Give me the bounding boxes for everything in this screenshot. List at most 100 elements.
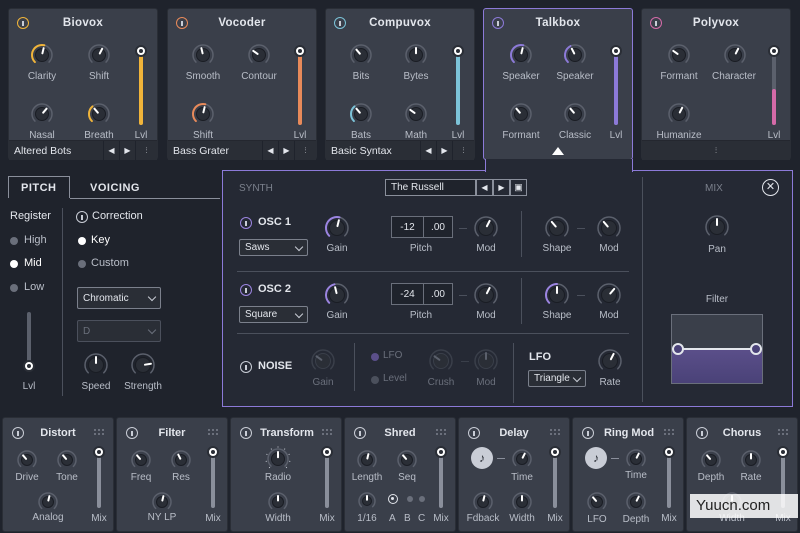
- noise-mod-knob[interactable]: [472, 347, 500, 375]
- osc1-power-icon[interactable]: [240, 217, 252, 229]
- next-arrow-icon[interactable]: ▶: [436, 140, 452, 161]
- pan-knob[interactable]: [703, 213, 731, 241]
- length-knob[interactable]: [355, 448, 379, 472]
- mix-slider[interactable]: [93, 446, 105, 508]
- close-icon[interactable]: ✕: [762, 179, 779, 196]
- osc2-mod-knob[interactable]: [472, 281, 500, 309]
- sliders-icon[interactable]: ⫶: [294, 140, 316, 161]
- breath-knob[interactable]: [86, 101, 112, 127]
- filter-handle-left[interactable]: [672, 343, 684, 355]
- level-slider[interactable]: [135, 45, 147, 125]
- humanize-knob[interactable]: [666, 101, 692, 127]
- note-sync-icon[interactable]: ♪: [471, 447, 493, 469]
- mix-slider[interactable]: [207, 446, 219, 508]
- power-icon[interactable]: [12, 427, 24, 439]
- prev-arrow-icon[interactable]: ◀: [262, 140, 278, 161]
- pitch-level-slider[interactable]: [23, 312, 35, 372]
- speaker-knob-2[interactable]: [562, 42, 588, 68]
- osc2-semitone-box[interactable]: -24: [391, 283, 424, 305]
- shift-knob[interactable]: [190, 101, 216, 127]
- level-slider[interactable]: [768, 45, 780, 125]
- classic-knob[interactable]: [562, 101, 588, 127]
- osc2-wave-dropdown[interactable]: Square: [239, 306, 308, 323]
- drag-handle-icon[interactable]: [321, 428, 333, 436]
- strength-knob[interactable]: [129, 351, 157, 379]
- sliders-icon[interactable]: ⫶: [135, 140, 157, 161]
- level-slider[interactable]: [452, 45, 464, 125]
- osc2-cents-box[interactable]: .00: [423, 283, 453, 305]
- drag-handle-icon[interactable]: [435, 428, 447, 436]
- osc2-shape-knob[interactable]: [543, 281, 571, 309]
- lfo-rate-knob[interactable]: [596, 347, 624, 375]
- osc1-mod2-knob[interactable]: [595, 214, 623, 242]
- next-arrow-icon[interactable]: ▶: [493, 179, 510, 196]
- radio-knob[interactable]: [265, 446, 291, 472]
- seq-knob[interactable]: [395, 448, 419, 472]
- analog-knob[interactable]: [36, 490, 60, 514]
- osc2-gain-knob[interactable]: [323, 281, 351, 309]
- drag-handle-icon[interactable]: [777, 428, 789, 436]
- filter-graph[interactable]: [671, 314, 763, 384]
- mix-slider[interactable]: [321, 446, 333, 508]
- nasal-knob[interactable]: [29, 101, 55, 127]
- power-icon[interactable]: [468, 427, 480, 439]
- contour-knob[interactable]: [246, 42, 272, 68]
- math-knob[interactable]: [403, 101, 429, 127]
- osc2-mod2-knob[interactable]: [595, 281, 623, 309]
- power-icon[interactable]: [126, 427, 138, 439]
- width-knob[interactable]: [510, 490, 534, 514]
- radio-level[interactable]: [371, 376, 379, 384]
- drag-handle-icon[interactable]: [549, 428, 561, 436]
- drive-knob[interactable]: [15, 448, 39, 472]
- seq-c-button[interactable]: [419, 496, 425, 502]
- seq-a-button[interactable]: [388, 494, 398, 504]
- next-arrow-icon[interactable]: ▶: [278, 140, 294, 161]
- depth-knob[interactable]: [699, 448, 723, 472]
- osc1-shape-knob[interactable]: [543, 214, 571, 242]
- res-knob[interactable]: [169, 448, 193, 472]
- synth-preset-box[interactable]: The Russell: [385, 179, 476, 196]
- formant-knob[interactable]: [666, 42, 692, 68]
- rate-knob[interactable]: [356, 490, 378, 512]
- tone-knob[interactable]: [55, 448, 79, 472]
- note-sync-icon[interactable]: ♪: [585, 447, 607, 469]
- power-icon[interactable]: [240, 427, 252, 439]
- osc1-cents-box[interactable]: .00: [423, 216, 453, 238]
- preset-name[interactable]: Basic Syntax: [326, 145, 420, 157]
- preset-name[interactable]: Altered Bots: [9, 145, 103, 157]
- expand-arrow-icon[interactable]: [552, 147, 564, 155]
- osc1-semitone-box[interactable]: -12: [391, 216, 424, 238]
- scale-dropdown[interactable]: Chromatic: [77, 287, 161, 309]
- prev-arrow-icon[interactable]: ◀: [420, 140, 436, 161]
- radio-mid[interactable]: [10, 260, 18, 268]
- prev-arrow-icon[interactable]: ◀: [103, 140, 119, 161]
- drag-handle-icon[interactable]: [207, 428, 219, 436]
- seq-b-button[interactable]: [407, 496, 413, 502]
- tab-voicing[interactable]: VOICING: [90, 182, 140, 194]
- shift-knob[interactable]: [86, 42, 112, 68]
- power-icon[interactable]: [696, 427, 708, 439]
- mix-slider[interactable]: [663, 446, 675, 508]
- power-icon[interactable]: [582, 427, 594, 439]
- time-knob[interactable]: [510, 447, 534, 471]
- lfo-knob[interactable]: [585, 490, 609, 514]
- level-slider[interactable]: [294, 45, 306, 125]
- radio-high[interactable]: [10, 237, 18, 245]
- speaker-knob[interactable]: [508, 42, 534, 68]
- mix-slider[interactable]: [549, 446, 561, 508]
- speed-knob[interactable]: [82, 351, 110, 379]
- next-arrow-icon[interactable]: ▶: [119, 140, 135, 161]
- noise-gain-knob[interactable]: [309, 347, 337, 375]
- character-knob[interactable]: [722, 42, 748, 68]
- power-icon[interactable]: [354, 427, 366, 439]
- smooth-knob[interactable]: [190, 42, 216, 68]
- osc1-wave-dropdown[interactable]: Saws: [239, 239, 308, 256]
- correction-power-icon[interactable]: [76, 211, 88, 223]
- drag-handle-icon[interactable]: [93, 428, 105, 436]
- freq-knob[interactable]: [129, 448, 153, 472]
- key-dropdown[interactable]: D: [77, 320, 161, 342]
- radio-custom[interactable]: [78, 260, 86, 268]
- drag-handle-icon[interactable]: [663, 428, 675, 436]
- lfo-wave-dropdown[interactable]: Triangle: [528, 370, 586, 387]
- bytes-knob[interactable]: [403, 42, 429, 68]
